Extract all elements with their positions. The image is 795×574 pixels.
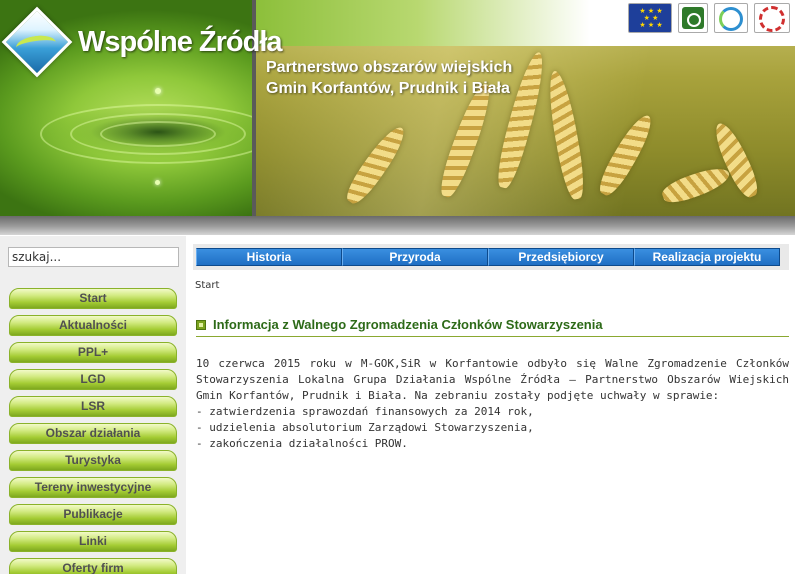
sidebar-item-ppl[interactable]: PPL+ [9,342,177,363]
sidebar-item-tereny-inwestycyjne[interactable]: Tereny inwestycyjne [9,477,177,498]
sidebar-menu: Start Aktualności PPL+ LGD LSR Obszar dz… [9,288,177,574]
list-item: - zatwierdzenia sprawozdań finansowych z… [196,405,534,418]
site-subtitle: Partnerstwo obszarów wiejskich Gmin Korf… [266,59,513,97]
article-paragraph: 10 czerwca 2015 roku w M-GOK,SiR w Korfa… [196,357,789,402]
sidebar-item-lsr[interactable]: LSR [9,396,177,417]
article-heading-row: Informacja z Walnego Zgromadzenia Członk… [196,317,789,337]
partner-logos: ★ ★ ★ ★ ★ ★ ★ ★ [628,3,790,33]
top-nav: Historia Przyroda Przedsiębiorcy Realiza… [196,248,780,266]
search-input[interactable] [8,247,179,267]
sidebar-item-publikacje[interactable]: Publikacje [9,504,177,525]
sidebar: Start Aktualności PPL+ LGD LSR Obszar dz… [0,236,186,574]
tab-realizacja-projektu[interactable]: Realizacja projektu [634,248,780,266]
sidebar-item-lgd[interactable]: LGD [9,369,177,390]
tab-przyroda[interactable]: Przyroda [342,248,488,266]
main-content: Historia Przyroda Przedsiębiorcy Realiza… [187,236,795,574]
site-title[interactable]: Wspólne Źródła [78,26,282,59]
square-bullet-icon [196,320,206,330]
list-item: - zakończenia działalności PROW. [196,437,408,450]
article-body: 10 czerwca 2015 roku w M-GOK,SiR w Korfa… [196,356,789,452]
sidebar-item-aktualnosci[interactable]: Aktualności [9,315,177,336]
eu-flag-icon[interactable]: ★ ★ ★ ★ ★ ★ ★ ★ [628,3,672,33]
top-nav-bar: Historia Przyroda Przedsiębiorcy Realiza… [193,244,789,270]
header-swoosh [0,216,795,235]
sidebar-item-start[interactable]: Start [9,288,177,309]
article-title[interactable]: Informacja z Walnego Zgromadzenia Członk… [213,317,603,332]
breadcrumb[interactable]: Start [195,280,219,291]
sidebar-item-oferty-firm[interactable]: Oferty firm [9,558,177,574]
blue-circle-logo-icon[interactable] [714,3,748,33]
round-emblem-logo-icon[interactable] [754,3,790,33]
leader-logo-icon[interactable] [678,3,708,33]
sidebar-item-turystyka[interactable]: Turystyka [9,450,177,471]
tab-przedsiebiorcy[interactable]: Przedsiębiorcy [488,248,634,266]
header-banner: Wspólne Źródła Partnerstwo obszarów wiej… [0,0,795,235]
sidebar-item-obszar-dzialania[interactable]: Obszar działania [9,423,177,444]
list-item: - udzielenia absolutorium Zarządowi Stow… [196,421,534,434]
sidebar-item-linki[interactable]: Linki [9,531,177,552]
tab-historia[interactable]: Historia [196,248,342,266]
